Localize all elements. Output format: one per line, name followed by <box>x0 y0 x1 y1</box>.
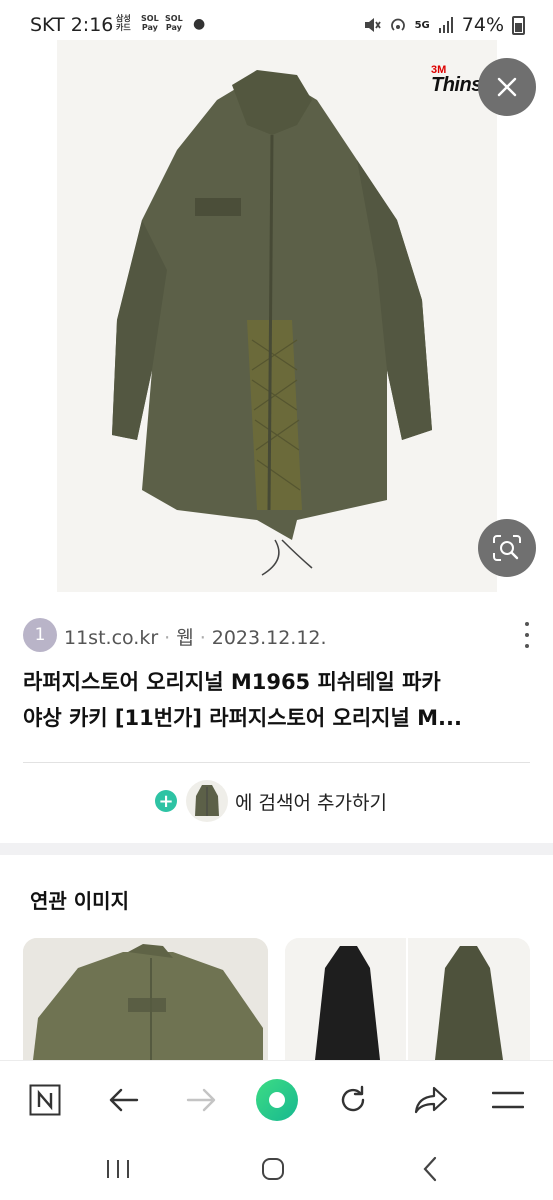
image-search-button[interactable] <box>478 519 536 577</box>
source-badge: 1 <box>23 618 57 652</box>
status-carrier-time: SKT 2:16 <box>30 14 114 36</box>
signal-icon <box>438 17 453 33</box>
related-images-heading: 연관 이미지 <box>30 889 129 913</box>
source-info: 11st.co.kr · 웹 · 2023.12.12. <box>64 627 327 649</box>
image-viewer: 3M Thinsulate <box>0 40 553 592</box>
plus-icon: + <box>155 790 177 812</box>
parka-image <box>57 40 497 592</box>
naver-home-button[interactable] <box>22 1077 68 1123</box>
forward-arrow-icon <box>186 1088 216 1112</box>
battery-icon <box>512 15 525 35</box>
section-separator <box>0 843 553 855</box>
source-type: 웹 <box>176 627 194 649</box>
back-icon <box>423 1156 437 1182</box>
green-dot-button[interactable] <box>254 1077 300 1123</box>
related-image-card[interactable] <box>23 938 268 1060</box>
source-date: 2023.12.12. <box>211 627 327 649</box>
refresh-button[interactable] <box>330 1077 376 1123</box>
product-image[interactable]: 3M Thinsulate <box>57 40 497 592</box>
recent-apps-button[interactable] <box>98 1152 138 1186</box>
related-image-card[interactable] <box>285 938 530 1060</box>
sol-pay-icon: SOL Pay <box>141 14 159 32</box>
forward-button[interactable] <box>178 1077 224 1123</box>
notification-dot: ● <box>193 16 206 32</box>
recent-apps-icon <box>107 1160 129 1178</box>
back-nav-button[interactable] <box>410 1152 450 1186</box>
network-type: 5G <box>414 19 430 31</box>
battery-percent: 74% <box>461 14 504 36</box>
refresh-icon <box>341 1085 365 1112</box>
add-search-label: 에 검색어 추가하기 <box>235 791 387 814</box>
menu-icon <box>492 1091 524 1109</box>
home-button[interactable] <box>253 1152 293 1186</box>
system-nav-bar <box>0 1138 553 1200</box>
back-arrow-icon <box>109 1088 139 1112</box>
hotspot-icon <box>390 18 405 31</box>
samsung-card-icon: 삼성 카드 <box>116 14 131 32</box>
related-image <box>23 938 268 1060</box>
close-icon <box>497 77 517 97</box>
divider <box>23 762 530 763</box>
thumbnail-avatar <box>186 780 228 822</box>
share-icon <box>414 1086 448 1114</box>
home-icon <box>262 1158 284 1180</box>
result-source[interactable]: 1 11st.co.kr · 웹 · 2023.12.12. <box>23 618 533 652</box>
green-dot-icon <box>256 1079 298 1121</box>
more-options-icon[interactable] <box>521 622 533 648</box>
mute-icon <box>364 18 381 32</box>
naver-home-icon <box>29 1084 61 1116</box>
sol-pay-icon: SOL Pay <box>165 14 183 32</box>
share-button[interactable] <box>408 1077 454 1123</box>
image-search-icon <box>493 535 521 561</box>
source-domain[interactable]: 11st.co.kr <box>64 627 158 649</box>
back-button[interactable] <box>101 1077 147 1123</box>
add-search-term-button[interactable]: + 에 검색어 추가하기 <box>155 779 387 823</box>
menu-button[interactable] <box>485 1077 531 1123</box>
result-title[interactable]: 라퍼지스토어 오리지널 M1965 피쉬테일 파카 야상 카키 [11번가] 라… <box>23 664 528 736</box>
status-right: 5G 74% <box>363 14 525 36</box>
close-button[interactable] <box>478 58 536 116</box>
browser-toolbar <box>0 1060 553 1139</box>
